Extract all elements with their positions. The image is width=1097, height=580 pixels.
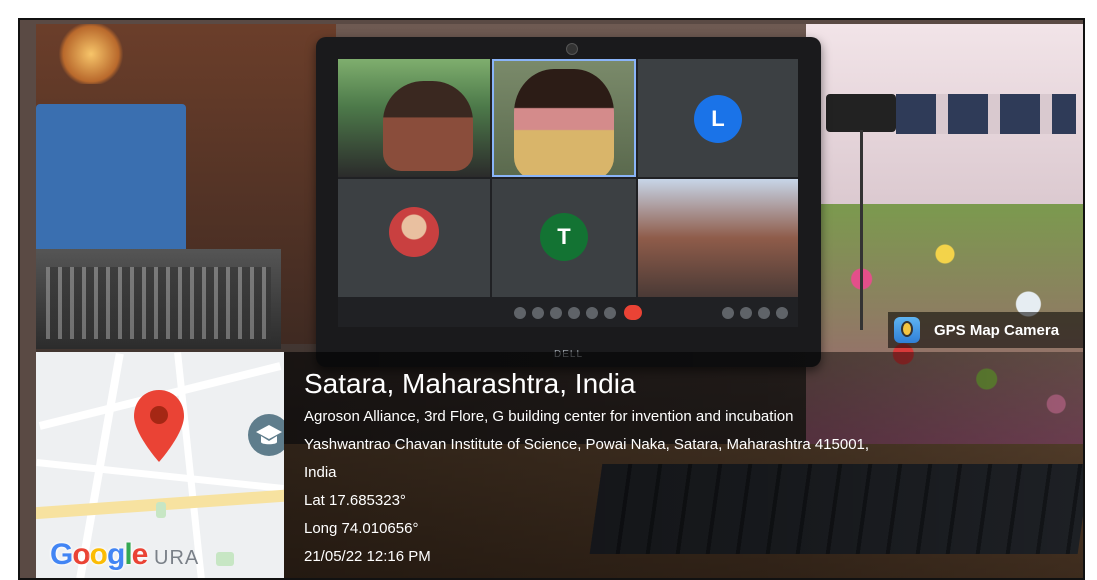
- location-info-panel: Satara, Maharashtra, India Agroson Allia…: [284, 352, 1083, 578]
- participant-tile-4: [338, 179, 490, 297]
- end-call-icon: [624, 305, 642, 320]
- participant-tile-6: [638, 179, 798, 297]
- participant-tile-3: L: [638, 59, 798, 177]
- photo-avatar: [389, 207, 439, 257]
- captions-icon: [550, 307, 562, 319]
- photo-frame: L T GPS Map Camera Google URA Satara, Ma…: [18, 18, 1085, 580]
- address-line-3: India: [304, 464, 337, 481]
- chat-icon: [758, 307, 770, 319]
- video-call-screen: L T: [338, 59, 798, 327]
- participant-tile-2: [492, 59, 636, 177]
- location-title: Satara, Maharashtra, India: [304, 368, 636, 399]
- address-line-1: Agroson Alliance, 3rd Flore, G building …: [304, 408, 794, 425]
- gps-map-camera-badge: GPS Map Camera: [888, 312, 1083, 348]
- people-icon: [740, 307, 752, 319]
- video-camera-tripod: [826, 94, 906, 334]
- activities-icon: [776, 307, 788, 319]
- info-icon: [722, 307, 734, 319]
- gps-badge-label: GPS Map Camera: [934, 321, 1060, 339]
- audio-mixer: [36, 249, 281, 349]
- hand-icon: [568, 307, 580, 319]
- education-poi-icon: [248, 414, 284, 456]
- lamp-light: [56, 24, 126, 84]
- mic-icon: [514, 307, 526, 319]
- camera-icon: [532, 307, 544, 319]
- initial-avatar: L: [694, 95, 742, 143]
- address-line-2: Yashwantrao Chavan Institute of Science,…: [304, 436, 870, 453]
- map-pin-icon: [134, 390, 184, 462]
- monitor: L T: [316, 37, 821, 367]
- call-toolbar: [338, 299, 798, 327]
- more-icon: [604, 307, 616, 319]
- timestamp: 21/05/22 12:16 PM: [304, 548, 431, 565]
- hall-windows: [896, 94, 1076, 134]
- gps-map-camera-icon: [894, 317, 920, 343]
- latitude: Lat 17.685323°: [304, 492, 406, 509]
- google-logo: Google: [50, 538, 148, 571]
- participant-tile-1: [338, 59, 490, 177]
- map-place-label: URA: [154, 547, 200, 569]
- webcam: [566, 43, 578, 55]
- present-icon: [586, 307, 598, 319]
- longitude: Long 74.010656°: [304, 520, 419, 537]
- map-thumbnail: Google URA: [36, 352, 284, 578]
- participant-tile-5: T: [492, 179, 636, 297]
- initial-avatar: T: [540, 213, 588, 261]
